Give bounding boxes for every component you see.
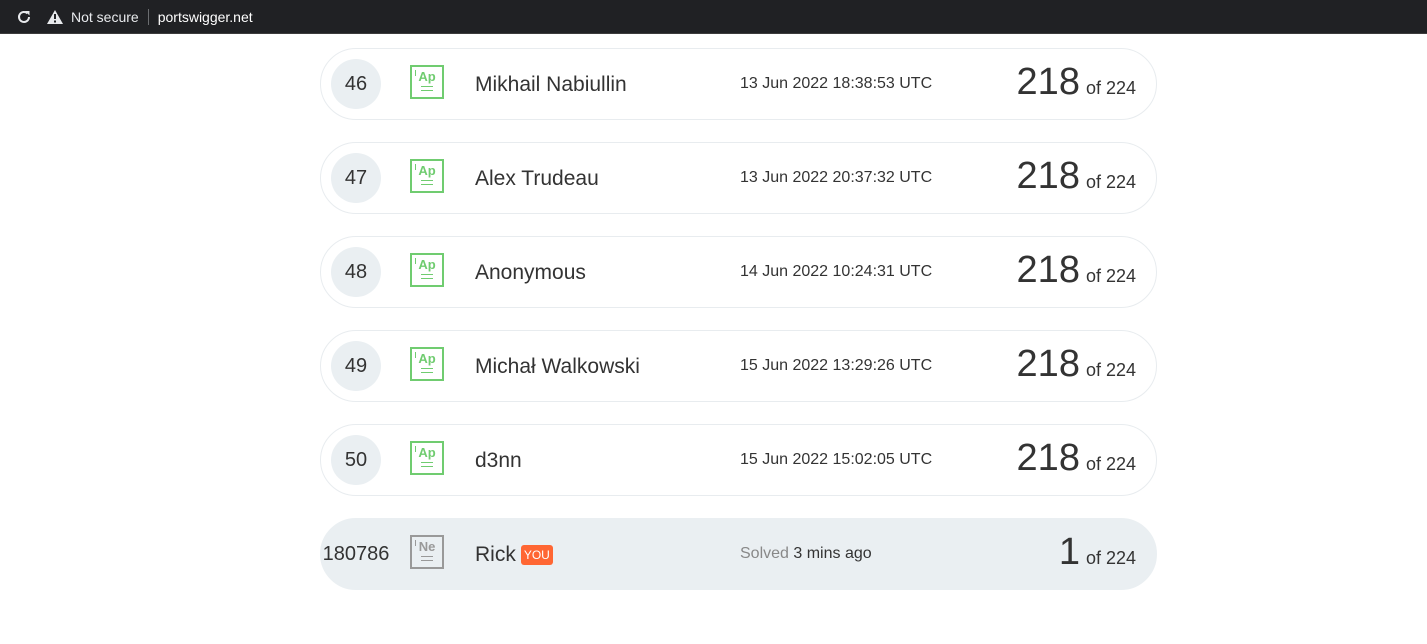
level-badge-icon: Ap: [410, 253, 444, 287]
score: 218 of 224: [1017, 61, 1136, 104]
score-total: of 224: [1085, 172, 1136, 192]
badge-symbol: Ne: [418, 539, 436, 554]
score-value: 218: [1016, 61, 1080, 103]
score-total: of 224: [1085, 266, 1136, 286]
current-user-row: 180786 Ne Rick YOU Solved 3 mins ago 1 o…: [320, 518, 1157, 590]
level-badge-icon: Ap: [410, 65, 444, 99]
completion-date: 15 Jun 2022 13:29:26 UTC: [740, 357, 933, 374]
security-status[interactable]: Not secure: [71, 9, 139, 25]
leaderboard-list: 46 Ap Mikhail Nabiullin 13 Jun 2022 18:3…: [320, 48, 1157, 612]
score-value: 218: [1016, 155, 1080, 197]
user-name: Mikhail Nabiullin: [475, 73, 627, 96]
level-badge-icon: Ap: [410, 441, 444, 475]
solved-status: Solved 3 mins ago: [740, 545, 872, 563]
score-value: 1: [1058, 531, 1080, 573]
url-text[interactable]: portswigger.net: [158, 9, 253, 25]
score-total: of 224: [1085, 548, 1136, 568]
reload-icon[interactable]: [9, 2, 39, 32]
user-name: Anonymous: [475, 261, 586, 284]
level-badge-icon: Ap: [410, 159, 444, 193]
score-value: 218: [1016, 343, 1080, 385]
completion-date: 13 Jun 2022 20:37:32 UTC: [740, 169, 933, 186]
badge-symbol: Ap: [418, 69, 436, 84]
solved-time: 3 mins ago: [793, 545, 872, 562]
score-total: of 224: [1085, 360, 1136, 380]
score: 218 of 224: [1017, 437, 1136, 480]
address-separator: [147, 8, 149, 25]
leaderboard-row: 49 Ap Michał Walkowski 15 Jun 2022 13:29…: [320, 330, 1157, 402]
you-badge: YOU: [520, 545, 553, 565]
score-value: 218: [1016, 249, 1080, 291]
badge-symbol: Ap: [418, 163, 436, 178]
rank-number: 48: [331, 247, 381, 297]
badge-symbol: Ap: [418, 445, 436, 460]
leaderboard-row: 46 Ap Mikhail Nabiullin 13 Jun 2022 18:3…: [320, 48, 1157, 120]
leaderboard-row: 50 Ap d3nn 15 Jun 2022 15:02:05 UTC 218 …: [320, 424, 1157, 496]
badge-symbol: Ap: [418, 257, 436, 272]
score: 218 of 224: [1017, 343, 1136, 386]
score: 1 of 224: [1059, 531, 1136, 574]
rank-number: 180786: [322, 542, 390, 565]
solved-label: Solved: [740, 545, 789, 562]
completion-date: 13 Jun 2022 18:38:53 UTC: [740, 75, 933, 92]
leaderboard-row: 48 Ap Anonymous 14 Jun 2022 10:24:31 UTC…: [320, 236, 1157, 308]
rank-number: 46: [331, 59, 381, 109]
user-name: Rick: [475, 543, 516, 566]
score: 218 of 224: [1017, 155, 1136, 198]
warning-icon[interactable]: [47, 9, 63, 25]
user-name: d3nn: [475, 449, 522, 472]
address-bar[interactable]: Not secure portswigger.net: [47, 3, 253, 31]
rank-number: 47: [331, 153, 381, 203]
rank-number: 50: [331, 435, 381, 485]
completion-date: 15 Jun 2022 15:02:05 UTC: [740, 451, 933, 468]
score-total: of 224: [1085, 78, 1136, 98]
leaderboard-row: 47 Ap Alex Trudeau 13 Jun 2022 20:37:32 …: [320, 142, 1157, 214]
badge-symbol: Ap: [418, 351, 436, 366]
browser-toolbar: Not secure portswigger.net: [0, 0, 1427, 34]
score: 218 of 224: [1017, 249, 1136, 292]
user-name: Alex Trudeau: [475, 167, 599, 190]
level-badge-icon: Ap: [410, 347, 444, 381]
completion-date: 14 Jun 2022 10:24:31 UTC: [740, 263, 933, 280]
user-name: Michał Walkowski: [475, 355, 640, 378]
score-total: of 224: [1085, 454, 1136, 474]
rank-number: 49: [331, 341, 381, 391]
level-badge-icon: Ne: [410, 535, 444, 569]
user-name-block: Rick YOU: [475, 543, 553, 567]
score-value: 218: [1016, 437, 1080, 479]
